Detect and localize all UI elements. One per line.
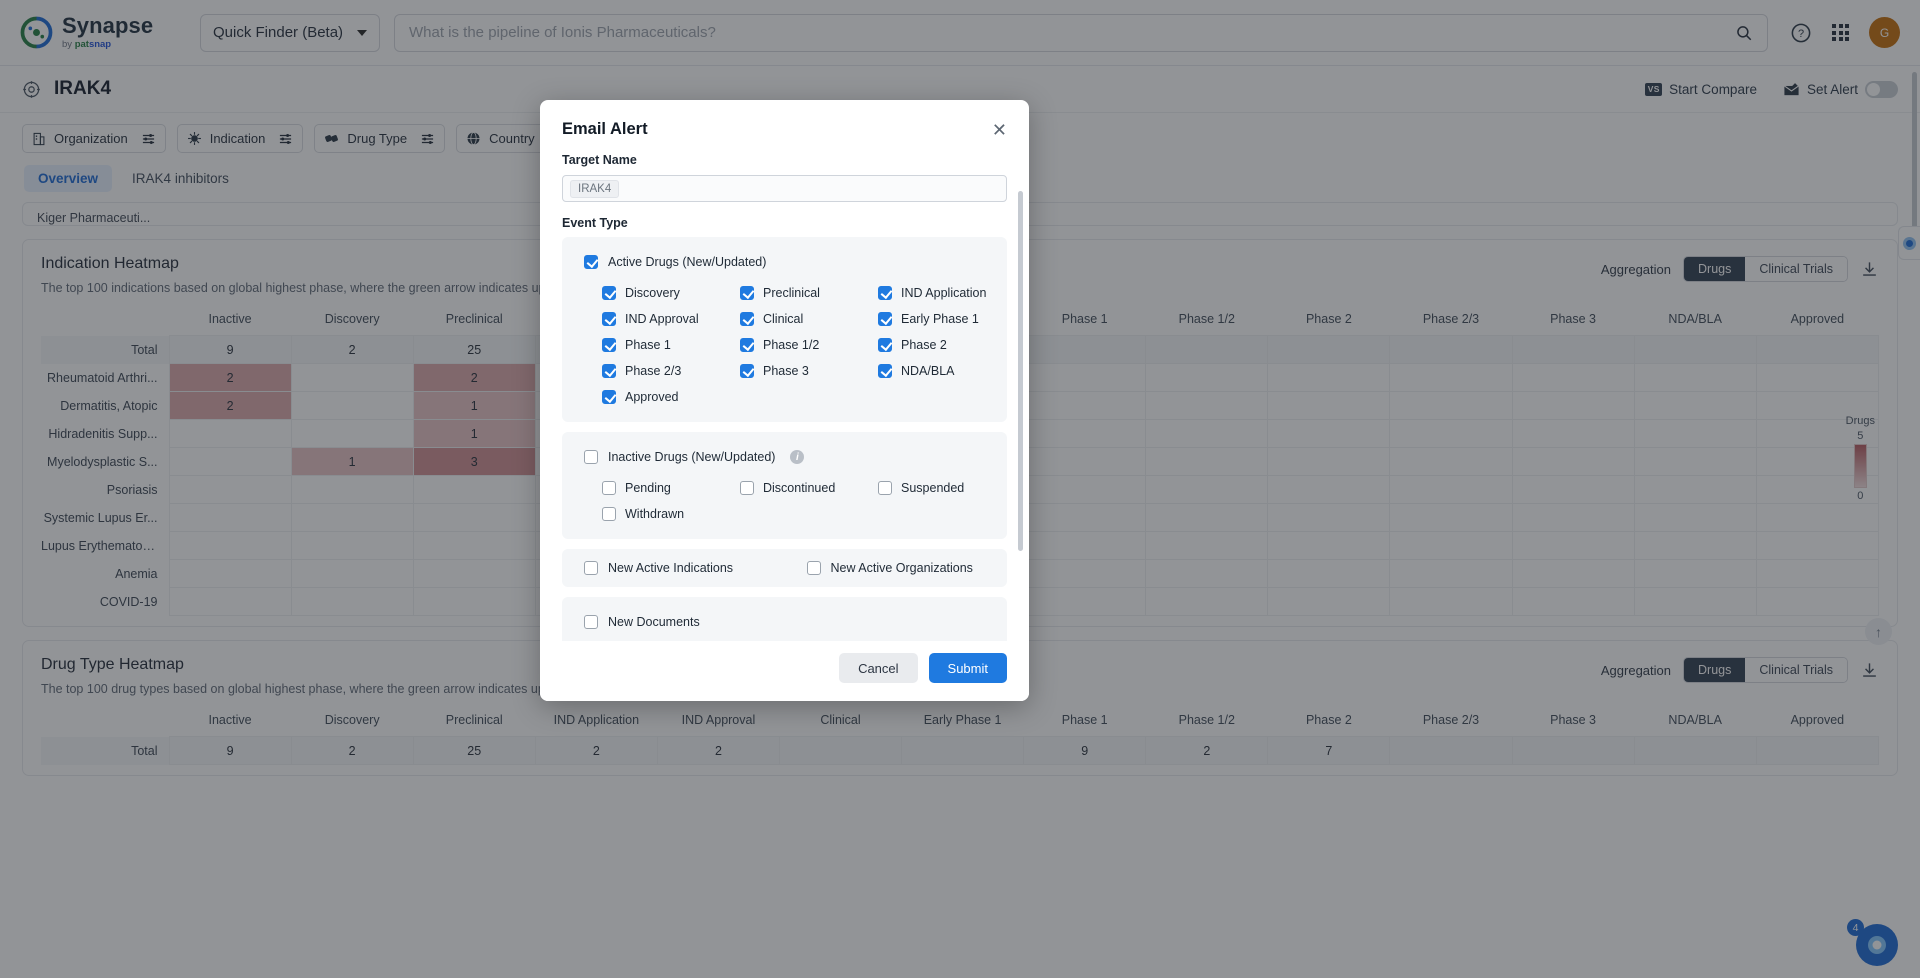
checkbox-label: Active Drugs (New/Updated)	[608, 255, 767, 269]
checkbox-label: Inactive Drugs (New/Updated)	[608, 450, 776, 464]
checkbox-patents[interactable]: Patents	[740, 640, 878, 641]
checkbox-label: New Active Indications	[608, 561, 734, 575]
checkbox-phase-3[interactable]: Phase 3	[740, 358, 878, 384]
checkbox-ind-application[interactable]: IND Application	[878, 280, 1007, 306]
checkbox-discovery[interactable]: Discovery	[602, 280, 740, 306]
group-active-drugs: Active Drugs (New/Updated) Discovery Prec…	[562, 237, 1007, 422]
checkbox-label: Withdrawn	[625, 507, 685, 521]
checkbox-clinical-trials[interactable]: Clinical Trials	[602, 640, 740, 641]
checkbox-phase-2[interactable]: Phase 2	[878, 332, 1007, 358]
checkbox-label: Phase 2	[901, 338, 947, 352]
checkbox-box[interactable]	[740, 481, 754, 495]
checkbox-box[interactable]	[602, 364, 616, 378]
checkbox-nda-bla[interactable]: NDA/BLA	[878, 358, 1007, 384]
modal-header: Email Alert ✕	[540, 100, 1029, 139]
checkbox-label: Phase 1	[625, 338, 671, 352]
modal-scrollbar[interactable]	[1018, 191, 1023, 551]
checkbox-label: Suspended	[901, 481, 965, 495]
active-drugs-children: Discovery Preclinical IND Application IND A…	[562, 280, 1007, 410]
checkbox-box[interactable]	[878, 338, 892, 352]
checkbox-inactive-drugs[interactable]: Inactive Drugs (New/Updated) i	[562, 444, 1007, 470]
target-name-tag: IRAK4	[570, 179, 620, 198]
checkbox-preclinical[interactable]: Preclinical	[740, 280, 878, 306]
info-icon[interactable]: i	[790, 450, 805, 464]
checkbox-early-phase-1[interactable]: Early Phase 1	[878, 306, 1007, 332]
checkbox-box[interactable]	[740, 312, 754, 326]
modal-footer: Cancel Submit	[540, 641, 1029, 701]
checkbox-label: Phase 3	[763, 364, 809, 378]
checkbox-label: Discontinued	[763, 481, 836, 495]
close-icon[interactable]: ✕	[992, 121, 1007, 139]
event-type-label: Event Type	[562, 216, 628, 230]
cancel-button[interactable]: Cancel	[839, 653, 918, 683]
checkbox-box[interactable]	[740, 286, 754, 300]
checkbox-phase-1[interactable]: Phase 1	[602, 332, 740, 358]
checkbox-clinical[interactable]: Clinical	[740, 306, 878, 332]
email-alert-modal: Email Alert ✕ Target Name IRAK4 Event Ty…	[540, 100, 1029, 701]
new-documents-children: Clinical TrialsPatents	[562, 640, 1007, 641]
inactive-drugs-children: Pending Discontinued Suspended Withdrawn	[562, 475, 1007, 527]
submit-button[interactable]: Submit	[928, 653, 1007, 683]
checkbox-label: IND Approval	[625, 312, 699, 326]
checkbox-box[interactable]	[878, 364, 892, 378]
checkbox-box[interactable]	[878, 481, 892, 495]
app-root: Synapse by patsnap Quick Finder (Beta)	[0, 0, 1920, 978]
checkbox-approved[interactable]: Approved	[602, 384, 740, 410]
checkbox-box[interactable]	[740, 338, 754, 352]
checkbox-box[interactable]	[878, 286, 892, 300]
checkbox-box[interactable]	[602, 338, 616, 352]
group-new-documents: New Documents Clinical TrialsPatents	[562, 597, 1007, 641]
checkbox-box[interactable]	[584, 561, 598, 575]
checkbox-label: Phase 1/2	[763, 338, 820, 352]
target-name-label: Target Name	[562, 153, 637, 167]
checkbox-label: New Documents	[608, 615, 700, 629]
checkbox-new-active-indications[interactable]: New Active Indications	[562, 561, 785, 575]
checkbox-label: Phase 2/3	[625, 364, 682, 378]
checkbox-label: New Active Organizations	[830, 561, 973, 575]
modal-scroll-area: Target Name IRAK4 Event Type Active Drug…	[540, 139, 1029, 641]
checkbox-box[interactable]	[602, 481, 616, 495]
modal-title: Email Alert	[562, 120, 648, 138]
checkbox-label: IND Application	[901, 286, 987, 300]
checkbox-label: Preclinical	[763, 286, 820, 300]
checkbox-box[interactable]	[584, 255, 598, 269]
checkbox-label: NDA/BLA	[901, 364, 955, 378]
checkbox-box[interactable]	[602, 507, 616, 521]
checkbox-box[interactable]	[584, 615, 598, 629]
checkbox-box[interactable]	[878, 312, 892, 326]
target-name-input[interactable]: IRAK4	[562, 175, 1007, 202]
checkbox-suspended[interactable]: Suspended	[878, 475, 1007, 501]
checkbox-box[interactable]	[602, 286, 616, 300]
checkbox-phase-1-2[interactable]: Phase 1/2	[740, 332, 878, 358]
checkbox-label: Approved	[625, 390, 679, 404]
checkbox-phase-2-3[interactable]: Phase 2/3	[602, 358, 740, 384]
checkbox-box[interactable]	[602, 390, 616, 404]
checkbox-label: Discovery	[625, 286, 680, 300]
checkbox-pending[interactable]: Pending	[602, 475, 740, 501]
checkbox-label: Early Phase 1	[901, 312, 979, 326]
checkbox-box[interactable]	[740, 364, 754, 378]
checkbox-ind-approval[interactable]: IND Approval	[602, 306, 740, 332]
checkbox-box[interactable]	[602, 312, 616, 326]
group-inactive-drugs: Inactive Drugs (New/Updated) i Pending Di…	[562, 432, 1007, 539]
checkbox-label: Clinical	[763, 312, 804, 326]
checkbox-new-active-organizations[interactable]: New Active Organizations	[785, 561, 1008, 575]
group-new-entities: New Active Indications New Active Organi…	[562, 549, 1007, 587]
checkbox-active-drugs[interactable]: Active Drugs (New/Updated)	[562, 249, 1007, 275]
checkbox-box[interactable]	[584, 450, 598, 464]
checkbox-label: Pending	[625, 481, 671, 495]
checkbox-new-documents[interactable]: New Documents	[562, 609, 1007, 635]
checkbox-withdrawn[interactable]: Withdrawn	[602, 501, 740, 527]
checkbox-discontinued[interactable]: Discontinued	[740, 475, 878, 501]
checkbox-box[interactable]	[806, 561, 821, 575]
